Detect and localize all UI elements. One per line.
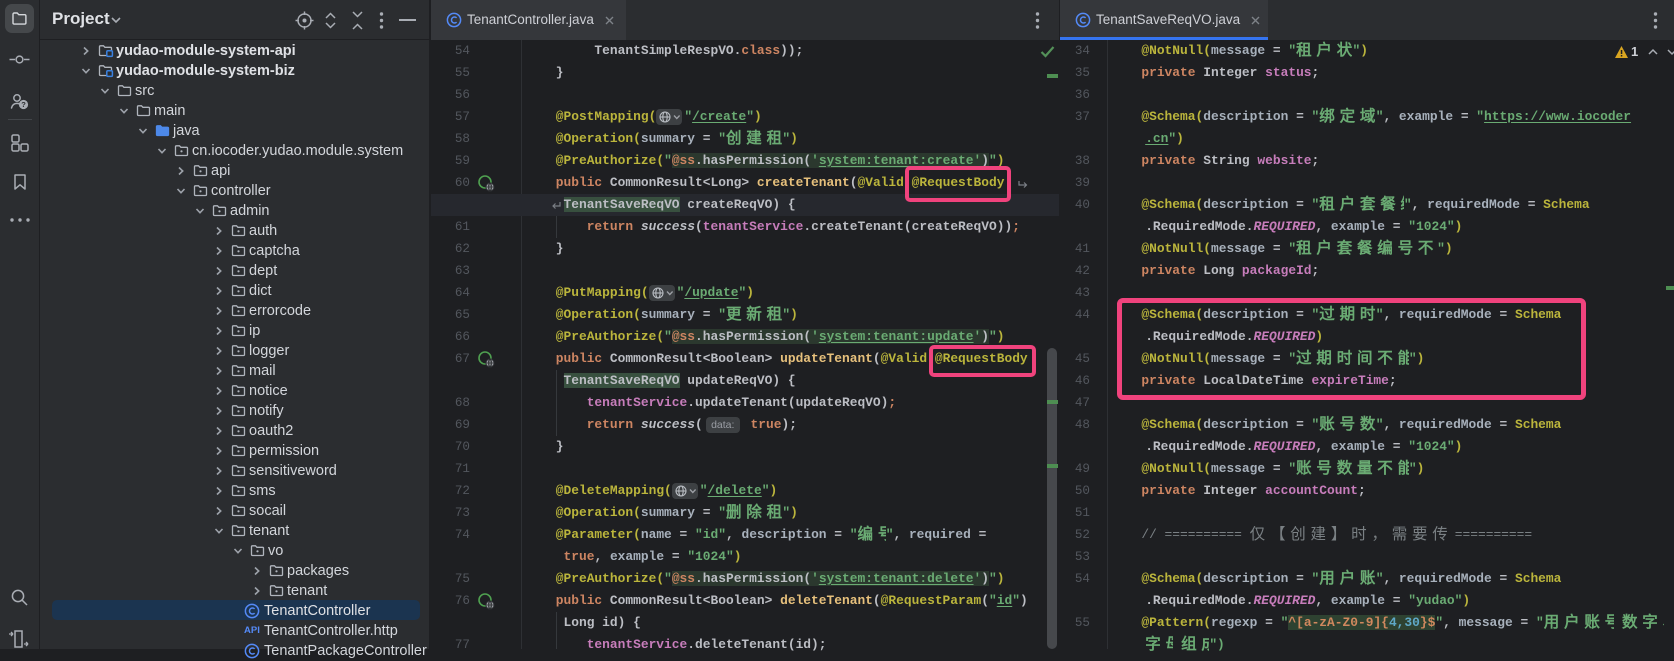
svg-text:?: ?	[21, 100, 26, 109]
